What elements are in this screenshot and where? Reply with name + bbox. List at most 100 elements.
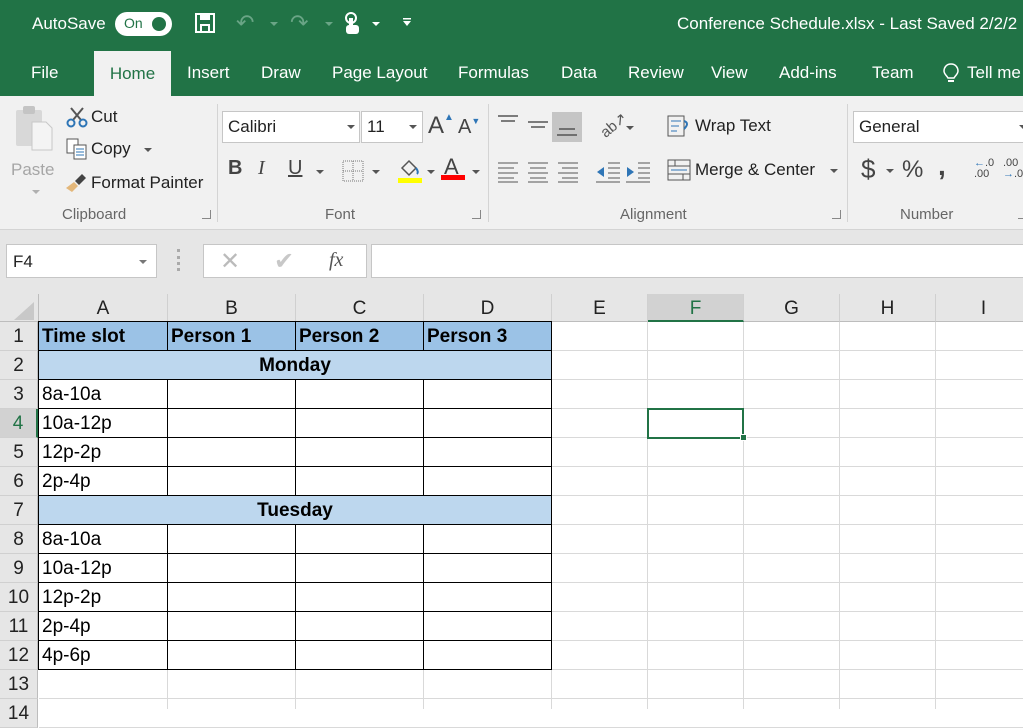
schedule-cell[interactable]	[168, 612, 296, 641]
copy-dropdown-icon[interactable]	[144, 148, 152, 152]
currency-button[interactable]: $	[861, 154, 875, 185]
row-header-2[interactable]: 2	[0, 351, 38, 380]
tell-me-search[interactable]: Tell me	[965, 50, 1023, 96]
comma-style-button[interactable]: ,	[938, 150, 946, 182]
header-cell[interactable]: Person 3	[424, 322, 552, 351]
tab-add-ins[interactable]: Add-ins	[777, 50, 839, 96]
underline-dropdown-icon[interactable]	[316, 170, 324, 174]
select-all-button[interactable]	[0, 294, 39, 322]
schedule-cell[interactable]	[424, 554, 552, 583]
row-header-11[interactable]: 11	[0, 612, 38, 641]
row-header-4[interactable]: 4	[0, 409, 38, 438]
tab-draw[interactable]: Draw	[259, 50, 303, 96]
schedule-cell[interactable]	[424, 612, 552, 641]
time-slot-cell[interactable]: 2p-4p	[39, 612, 168, 641]
row-header-3[interactable]: 3	[0, 380, 38, 409]
fill-color-icon[interactable]	[398, 158, 422, 184]
row-header-12[interactable]: 12	[0, 641, 38, 670]
resize-handle[interactable]	[177, 249, 181, 271]
undo-dropdown-icon[interactable]	[270, 22, 278, 26]
schedule-cell[interactable]	[168, 525, 296, 554]
align-center-icon[interactable]	[527, 161, 549, 183]
format-painter-button[interactable]: Format Painter	[64, 170, 214, 196]
column-header-g[interactable]: G	[744, 294, 840, 322]
column-header-i[interactable]: I	[936, 294, 1023, 322]
column-header-f[interactable]: F	[648, 294, 744, 322]
italic-button[interactable]: I	[258, 157, 265, 180]
time-slot-cell[interactable]: 12p-2p	[39, 583, 168, 612]
row-header-13[interactable]: 13	[0, 670, 38, 699]
orientation-icon[interactable]: ab↗	[597, 109, 630, 141]
header-cell[interactable]: Person 2	[296, 322, 424, 351]
column-header-a[interactable]: A	[39, 294, 168, 322]
schedule-cell[interactable]	[168, 554, 296, 583]
borders-dropdown-icon[interactable]	[372, 170, 380, 174]
orientation-dropdown-icon[interactable]	[626, 126, 634, 130]
alignment-launcher-icon[interactable]	[832, 210, 841, 219]
day-header-tuesday[interactable]: Tuesday	[39, 496, 552, 525]
bottom-align-button[interactable]	[552, 112, 582, 142]
schedule-cell[interactable]	[424, 438, 552, 467]
column-header-d[interactable]: D	[424, 294, 552, 322]
align-left-icon[interactable]	[497, 161, 519, 183]
fill-handle[interactable]	[740, 434, 747, 441]
time-slot-cell[interactable]: 8a-10a	[39, 380, 168, 409]
font-name-select[interactable]: Calibri	[222, 111, 360, 143]
time-slot-cell[interactable]: 10a-12p	[39, 554, 168, 583]
wrap-text-button[interactable]: Wrap Text	[667, 112, 787, 140]
schedule-cell[interactable]	[424, 583, 552, 612]
schedule-cell[interactable]	[296, 554, 424, 583]
schedule-cell[interactable]	[296, 612, 424, 641]
row-header-8[interactable]: 8	[0, 525, 38, 554]
percent-button[interactable]: %	[902, 156, 923, 184]
schedule-cell[interactable]	[296, 641, 424, 670]
row-header-14[interactable]: 14	[0, 699, 38, 728]
tab-page-layout[interactable]: Page Layout	[330, 50, 429, 96]
day-header-monday[interactable]: Monday	[39, 351, 552, 380]
merge-dropdown-icon[interactable]	[830, 169, 838, 173]
decrease-indent-icon[interactable]	[595, 161, 621, 183]
fill-color-dropdown-icon[interactable]	[427, 170, 435, 174]
schedule-cell[interactable]	[296, 380, 424, 409]
row-header-10[interactable]: 10	[0, 583, 38, 612]
schedule-cell[interactable]	[168, 641, 296, 670]
name-box[interactable]: F4	[6, 244, 157, 278]
bold-button[interactable]: B	[228, 157, 242, 180]
tab-home[interactable]: Home	[94, 51, 171, 96]
row-header-6[interactable]: 6	[0, 467, 38, 496]
middle-align-icon[interactable]	[527, 118, 549, 134]
column-header-b[interactable]: B	[168, 294, 296, 322]
tab-view[interactable]: View	[709, 50, 750, 96]
tab-review[interactable]: Review	[626, 50, 686, 96]
row-header-7[interactable]: 7	[0, 496, 38, 525]
schedule-cell[interactable]	[296, 525, 424, 554]
insert-function-icon[interactable]: fx	[329, 249, 343, 272]
increase-font-size-button[interactable]: A▲	[428, 112, 454, 140]
selected-cell-f4[interactable]	[647, 408, 744, 439]
touch-dropdown-icon[interactable]	[372, 22, 380, 26]
time-slot-cell[interactable]: 10a-12p	[39, 409, 168, 438]
customize-qat-icon[interactable]	[402, 17, 412, 27]
time-slot-cell[interactable]: 2p-4p	[39, 467, 168, 496]
schedule-cell[interactable]	[296, 409, 424, 438]
row-header-5[interactable]: 5	[0, 438, 38, 467]
tab-data[interactable]: Data	[559, 50, 599, 96]
font-color-button[interactable]: A	[441, 154, 465, 182]
autosave-toggle[interactable]: On	[115, 12, 172, 36]
schedule-cell[interactable]	[168, 409, 296, 438]
schedule-cell[interactable]	[424, 409, 552, 438]
schedule-cell[interactable]	[424, 467, 552, 496]
redo-dropdown-icon[interactable]	[325, 22, 333, 26]
row-header-1[interactable]: 1	[0, 322, 38, 351]
underline-button[interactable]: U	[288, 157, 302, 180]
currency-dropdown-icon[interactable]	[886, 169, 894, 173]
tab-file[interactable]: File	[29, 50, 60, 96]
number-launcher-icon[interactable]	[1018, 210, 1023, 219]
top-align-icon[interactable]	[497, 114, 519, 130]
time-slot-cell[interactable]: 8a-10a	[39, 525, 168, 554]
header-cell[interactable]: Time slot	[39, 322, 168, 351]
save-icon[interactable]	[195, 13, 215, 33]
schedule-cell[interactable]	[168, 583, 296, 612]
schedule-cell[interactable]	[296, 467, 424, 496]
increase-indent-icon[interactable]	[625, 161, 651, 183]
